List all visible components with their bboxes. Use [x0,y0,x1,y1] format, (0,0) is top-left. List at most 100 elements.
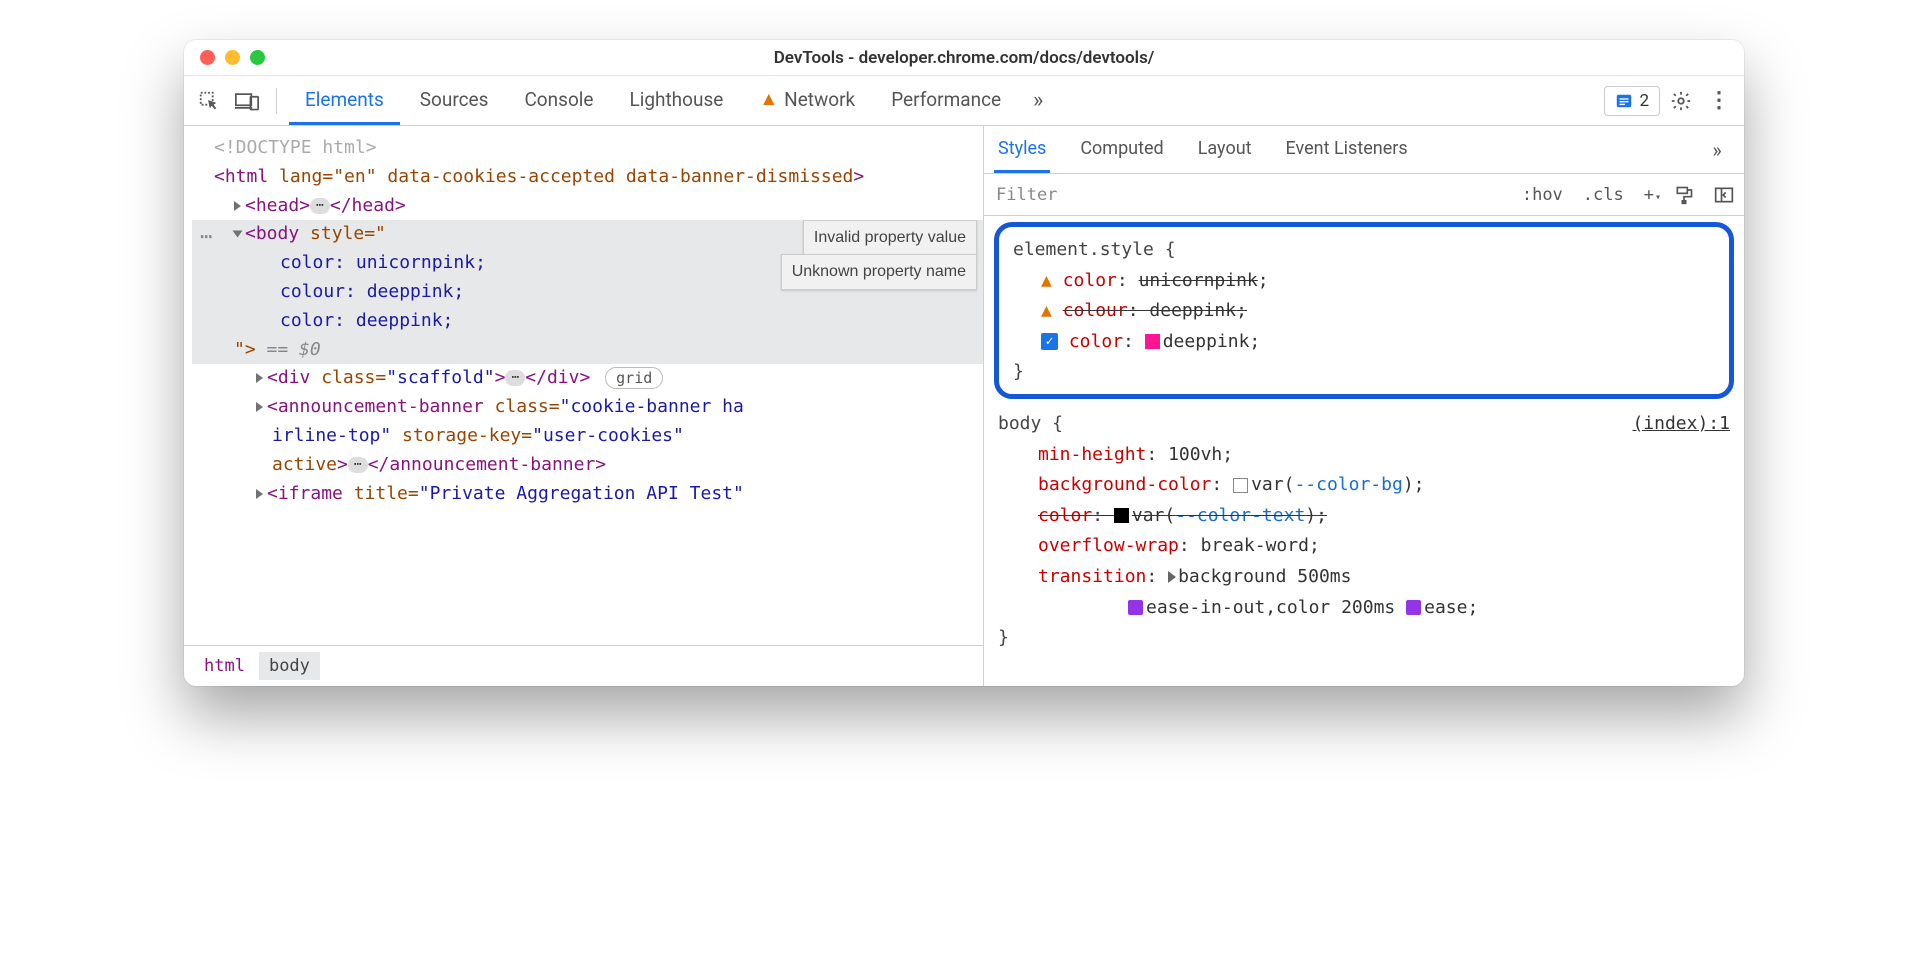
color-swatch-icon[interactable] [1233,478,1248,493]
prop-value[interactable]: ease-in-out [1146,597,1265,618]
minimize-window-button[interactable] [225,50,240,65]
expand-arrow-icon[interactable] [256,489,263,499]
prop-value[interactable]: background 500ms [1178,566,1351,587]
expand-arrow-icon[interactable] [256,402,263,412]
attr-value: "cookie-banner ha [560,396,744,417]
more-tabs-icon[interactable]: » [1021,84,1055,118]
style-line-3[interactable]: color: deeppink; [192,307,983,336]
doctype-node[interactable]: <!DOCTYPE html> [192,134,983,163]
announcement-banner-node-l2[interactable]: irline-top" storage-key="user-cookies" [192,422,983,451]
subtab-computed[interactable]: Computed [1076,127,1167,173]
ellipsis-icon[interactable]: ⋯ [348,457,368,473]
settings-gear-icon[interactable] [1664,84,1698,118]
tab-network[interactable]: ▲ Network [743,76,871,125]
prop-value: ) [1305,505,1316,526]
announcement-banner-node[interactable]: <announcement-banner class="cookie-banne… [192,393,983,422]
expand-arrow-icon[interactable] [234,201,241,211]
breadcrumb: html body [184,645,983,686]
announcement-banner-node-l3[interactable]: active>⋯</announcement-banner> [192,451,983,480]
expand-arrow-icon[interactable] [256,373,263,383]
crumb-html[interactable]: html [194,652,255,680]
filter-input[interactable]: Filter [984,177,1512,213]
grid-badge[interactable]: grid [605,367,663,389]
selected-body-node[interactable]: ⋯ <body style=" color: unicornpink; colo… [192,220,983,364]
style-declaration[interactable]: overflow-wrap: break-word; [998,531,1730,562]
inspect-element-icon[interactable] [192,84,226,118]
device-toolbar-icon[interactable] [230,84,264,118]
tab-console[interactable]: Console [508,76,609,125]
subtab-styles[interactable]: Styles [994,127,1050,173]
prop-name[interactable]: color [1038,505,1092,526]
tooltip-unknown-name: Unknown property name [781,254,977,290]
prop-value[interactable]: deeppink [1163,331,1250,352]
collapse-arrow-icon[interactable] [233,231,243,238]
iframe-node[interactable]: <iframe title="Private Aggregation API T… [192,480,983,509]
tab-elements[interactable]: Elements [289,76,400,125]
style-declaration-overridden[interactable]: color: var(--color-text); [998,501,1730,532]
prop-value[interactable]: unicornpink [1139,270,1258,291]
style-declaration-cont[interactable]: ease-in-out,color 200ms ease; [998,593,1730,624]
color-swatch-icon[interactable] [1145,334,1160,349]
fullscreen-window-button[interactable] [250,50,265,65]
source-link[interactable]: (index):1 [1632,409,1730,440]
close-window-button[interactable] [200,50,215,65]
dom-pane: <!DOCTYPE html> <html lang="en" data-coo… [184,126,984,686]
attr-name: class= [310,367,386,388]
style-declaration[interactable]: transition: background 500ms [998,562,1730,593]
prop-value[interactable]: ,color 200ms [1265,597,1406,618]
tab-lighthouse[interactable]: Lighthouse [613,76,739,125]
subtab-layout[interactable]: Layout [1194,127,1256,173]
color-swatch-icon[interactable] [1114,508,1129,523]
prop-name[interactable]: color [1063,270,1117,291]
prop-value[interactable]: 100vh [1168,444,1222,465]
style-declaration-valid[interactable]: ✓ color: deeppink; [1013,327,1715,358]
attr-close: "> [234,339,256,360]
prop-name[interactable]: colour [1063,300,1128,321]
actions-dots-icon[interactable]: ⋯ [200,220,212,252]
checkbox-checked-icon[interactable]: ✓ [1041,333,1058,350]
css-var[interactable]: --color-text [1175,505,1305,526]
html-node[interactable]: <html lang="en" data-cookies-accepted da… [192,163,983,192]
more-options-icon[interactable]: ⋮ [1702,84,1736,118]
tab-performance[interactable]: Performance [875,76,1017,125]
prop-name[interactable]: transition [1038,566,1146,587]
style-declaration[interactable]: background-color: var(--color-bg); [998,470,1730,501]
styles-content[interactable]: element.style { ▲ color: unicornpink; ▲ … [984,216,1744,686]
easing-swatch-icon[interactable] [1406,600,1421,615]
css-var[interactable]: --color-bg [1294,474,1402,495]
toggle-sidebar-icon[interactable] [1704,185,1744,205]
head-node[interactable]: <head>⋯</head> [192,192,983,221]
prop-name[interactable]: overflow-wrap [1038,535,1179,556]
prop-name[interactable]: min-height [1038,444,1146,465]
selector[interactable]: body { [998,413,1063,434]
tag-name: /head [341,195,395,216]
selector[interactable]: element.style { [1013,235,1715,266]
div-scaffold-node[interactable]: <div class="scaffold">⋯</div> grid [192,364,983,393]
ellipsis-icon[interactable]: ⋯ [310,198,330,214]
new-style-rule-icon[interactable]: +▾ [1634,185,1664,205]
prop-value[interactable]: break-word [1201,535,1309,556]
style-declaration-unknown-prop[interactable]: ▲ colour: deeppink; [1013,296,1715,327]
cls-toggle[interactable]: .cls [1573,185,1634,205]
attrs: lang="en" data-cookies-accepted data-ban… [268,166,853,187]
tag-name: body [256,223,299,244]
ellipsis-icon[interactable]: ⋯ [505,370,525,386]
issues-counter[interactable]: 2 [1604,86,1660,116]
more-subtabs-icon[interactable]: » [1700,133,1734,167]
style-declaration[interactable]: min-height: 100vh; [998,440,1730,471]
expand-shorthand-icon[interactable] [1168,571,1176,583]
dollar-zero: == $0 [256,339,321,360]
paint-icon[interactable] [1664,185,1704,205]
tab-sources[interactable]: Sources [404,76,505,125]
prop-name[interactable]: background-color [1038,474,1211,495]
prop-value[interactable]: deeppink [1149,300,1236,321]
element-style-rule: element.style { ▲ color: unicornpink; ▲ … [994,222,1734,399]
hov-toggle[interactable]: :hov [1512,185,1573,205]
prop-value[interactable]: ease [1424,597,1467,618]
style-declaration-invalid-value[interactable]: ▲ color: unicornpink; [1013,266,1715,297]
subtab-event-listeners[interactable]: Event Listeners [1282,127,1412,173]
dom-tree[interactable]: <!DOCTYPE html> <html lang="en" data-coo… [184,126,983,645]
prop-name[interactable]: color [1069,331,1123,352]
crumb-body[interactable]: body [259,652,320,680]
easing-swatch-icon[interactable] [1128,600,1143,615]
